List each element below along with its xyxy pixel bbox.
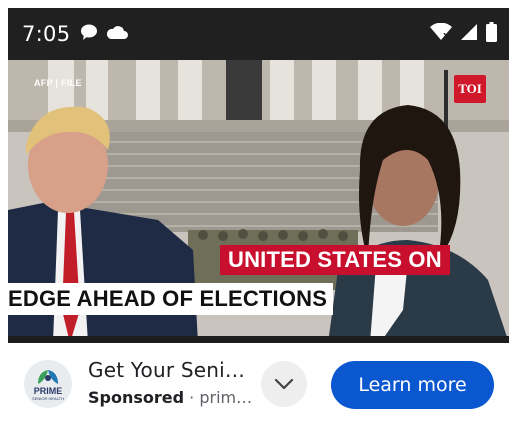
headline-banner-line2: EDGE AHEAD OF ELECTIONS [8,283,334,315]
advertiser-logo-subtext: SENIOR HEALTH [32,395,64,401]
sponsored-ad-bar[interactable]: PRIME SENIOR HEALTH Get Your Senior Bene… [8,343,509,423]
expand-ad-button[interactable] [261,361,307,407]
chat-bubble-icon [80,23,98,46]
wifi-icon: x [430,22,452,46]
sponsored-label: Sponsored [88,388,185,407]
meta-separator: · [184,388,200,407]
learn-more-button[interactable]: Learn more [331,361,494,409]
channel-logo: TOI [454,75,486,103]
headline-banner-line1: UNITED STATES ON [220,245,450,275]
cloud-icon [106,24,129,45]
svg-text:x: x [443,31,449,41]
signal-icon [460,23,478,46]
ad-meta: Sponsored · primeseniorhealth [88,388,253,407]
chevron-down-icon [274,378,294,390]
ad-title[interactable]: Get Your Senior Benefits [88,358,248,382]
battery-icon [486,21,497,47]
leaf-logo-icon [38,369,58,384]
status-bar: 7:05 x [8,8,509,60]
status-notification-icons [80,23,129,46]
advertiser-logo-text: PRIME [33,385,63,396]
video-player[interactable]: AFP | FILE TOI UNITED STATES ON EDGE AHE… [8,60,509,343]
source-tag: AFP | FILE [34,78,82,88]
status-time: 7:05 [22,22,71,46]
advertiser-name: primeseniorhealth [199,388,253,407]
advertiser-avatar[interactable]: PRIME SENIOR HEALTH [24,360,72,408]
status-system-icons: x [430,21,497,47]
